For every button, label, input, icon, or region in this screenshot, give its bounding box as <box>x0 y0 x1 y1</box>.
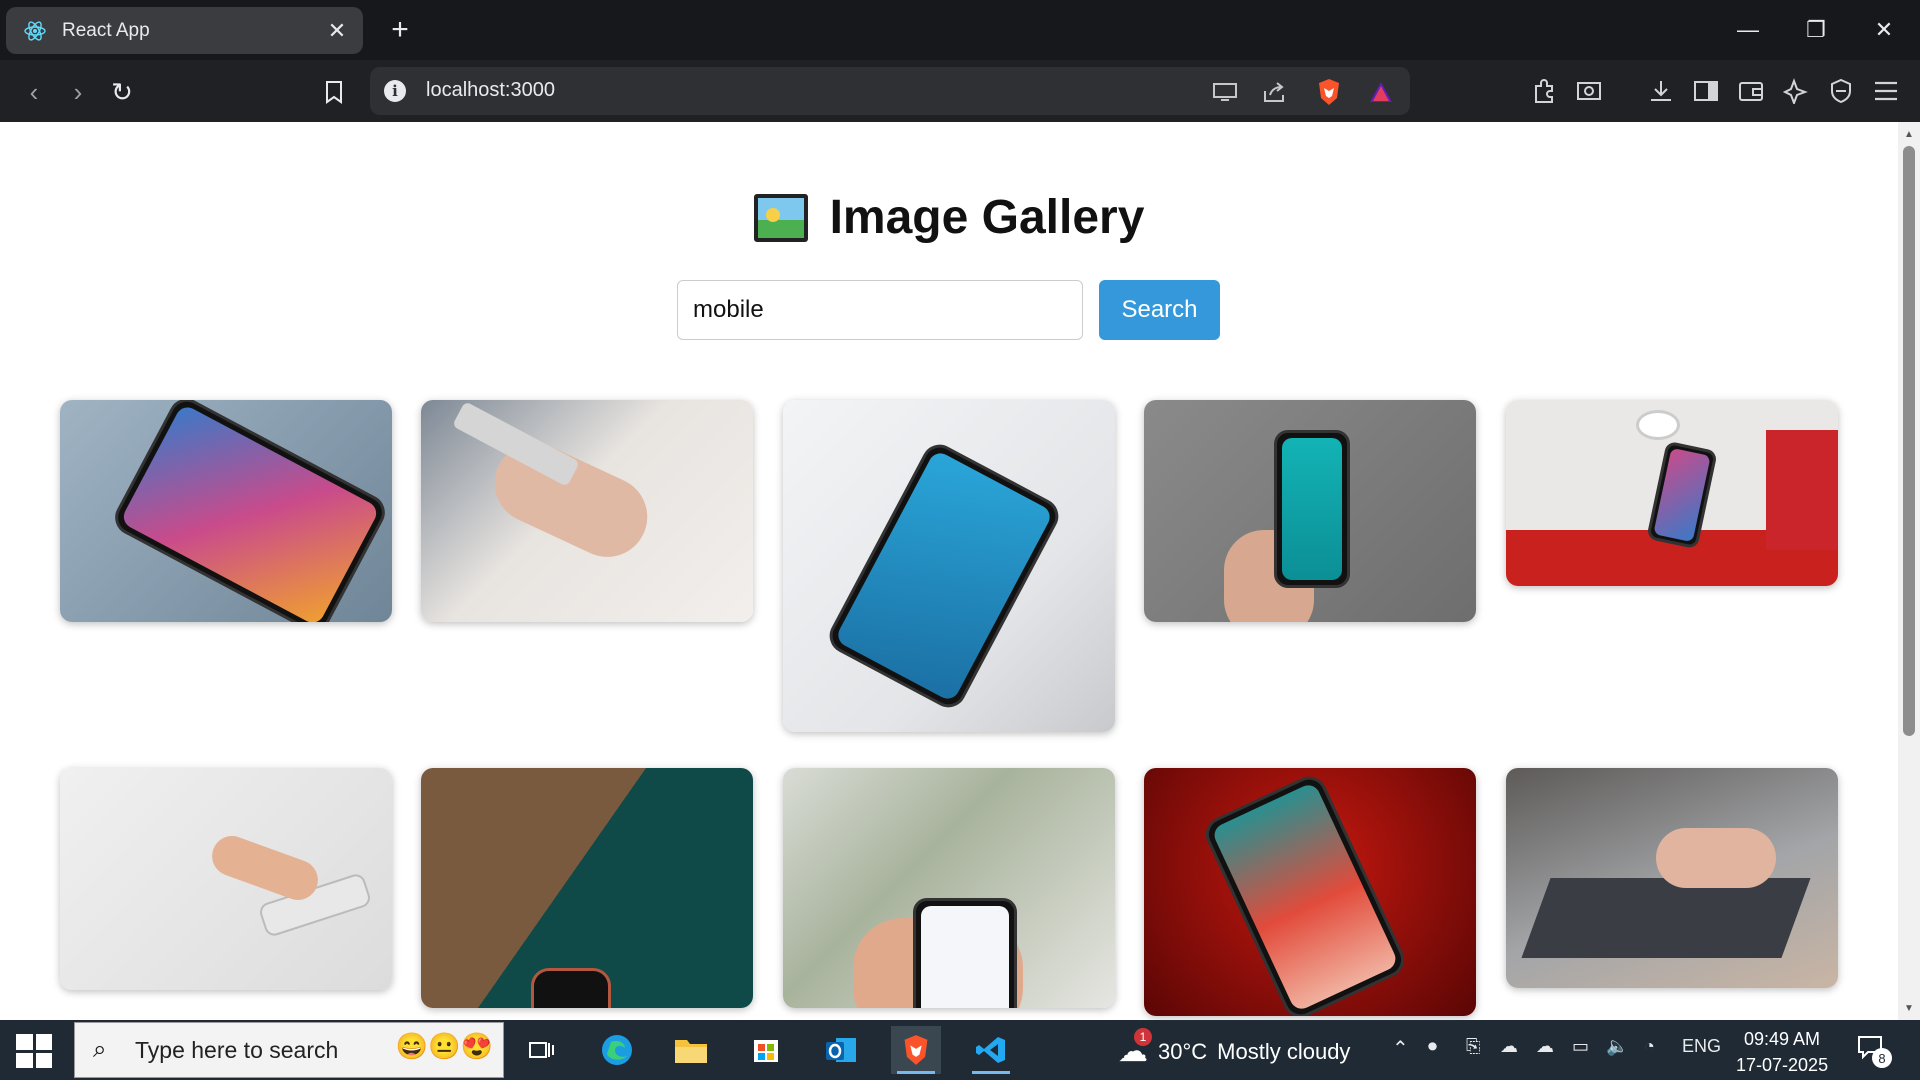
wifi-icon[interactable]: ◔ <box>1644 1036 1655 1057</box>
hands-photo <box>1656 828 1776 888</box>
outlook-icon[interactable] <box>816 1026 866 1074</box>
taskbar-search-placeholder: Type here to search <box>135 1036 339 1063</box>
share-icon[interactable] <box>1259 77 1289 107</box>
phone-photo <box>1646 440 1718 550</box>
laptop-photo <box>1521 878 1811 958</box>
gallery-image[interactable] <box>421 768 753 1008</box>
clock[interactable]: 09:49 AM 17-07-2025 <box>1736 1026 1828 1078</box>
file-explorer-icon[interactable] <box>666 1026 716 1074</box>
windows-start-icon[interactable] <box>16 1034 52 1068</box>
brave-browser-icon[interactable] <box>891 1026 941 1074</box>
taskbar-search[interactable]: ⌕ Type here to search 😄😐😍 <box>74 1022 504 1078</box>
vpn-icon[interactable] <box>1824 74 1858 108</box>
cast-icon[interactable] <box>1210 77 1240 107</box>
menu-icon[interactable] <box>1869 74 1903 108</box>
reload-icon[interactable]: ↻ <box>104 74 140 110</box>
gallery-image[interactable] <box>1506 768 1838 988</box>
tab-strip: React App ✕ + — ❐ ✕ <box>0 0 1920 60</box>
battery-icon[interactable]: ▭ <box>1572 1036 1589 1057</box>
language-indicator[interactable]: ENG <box>1682 1036 1721 1057</box>
weather-widget[interactable]: ☁ 1 30°C Mostly cloudy <box>1118 1028 1351 1069</box>
phone-photo <box>1200 770 1410 1016</box>
leo-ai-icon[interactable] <box>1779 74 1813 108</box>
framed-picture-icon <box>753 193 808 242</box>
gallery-image[interactable] <box>783 400 1115 732</box>
phone-photo <box>823 438 1065 714</box>
coffee-cup-photo <box>1636 410 1680 440</box>
restore-icon[interactable]: ❐ <box>1794 10 1838 50</box>
search-button[interactable]: Search <box>1099 280 1220 340</box>
scroll-down-icon[interactable]: ▼ <box>1903 1002 1915 1014</box>
scroll-up-icon[interactable]: ▲ <box>1903 128 1915 140</box>
site-info-icon[interactable]: i <box>384 80 406 102</box>
weather-temperature: 30°C <box>1158 1038 1208 1064</box>
gallery-image[interactable] <box>1506 400 1838 586</box>
onedrive-icon[interactable]: ☁ <box>1500 1036 1518 1057</box>
show-hidden-icons-icon[interactable]: ⌃ <box>1392 1036 1409 1061</box>
address-bar[interactable]: i localhost:3000 <box>370 67 1410 115</box>
page-title: Image Gallery <box>0 190 1898 245</box>
weather-condition: Mostly cloudy <box>1217 1038 1351 1064</box>
clock-date: 17-07-2025 <box>1736 1055 1829 1075</box>
browser-chrome: React App ✕ + — ❐ ✕ ‹ › ↻ i localhost:30… <box>0 0 1920 122</box>
url-text[interactable]: localhost:3000 <box>426 79 555 102</box>
downloads-icon[interactable] <box>1644 74 1678 108</box>
gallery-image[interactable] <box>1144 768 1476 1016</box>
page-title-text: Image Gallery <box>829 191 1145 244</box>
notification-center-icon[interactable]: 8 <box>1856 1034 1896 1068</box>
clock-time: 09:49 AM <box>1744 1029 1821 1049</box>
brave-rewards-icon[interactable] <box>1366 77 1396 107</box>
phone-photo <box>531 968 611 1008</box>
record-icon[interactable]: ⏺ <box>1428 1036 1437 1057</box>
page-scrollbar[interactable]: ▲ ▼ <box>1898 122 1920 1020</box>
hand-photo <box>206 830 324 906</box>
phone-photo <box>913 898 1017 1008</box>
wallet-icon[interactable] <box>1734 74 1768 108</box>
back-icon[interactable]: ‹ <box>16 74 52 110</box>
extensions-icon[interactable] <box>1528 74 1562 108</box>
vscode-icon[interactable] <box>966 1026 1016 1074</box>
volume-icon[interactable]: 🔈 <box>1606 1036 1628 1057</box>
new-tab-button[interactable]: + <box>384 13 416 46</box>
gallery-image[interactable] <box>783 768 1115 1008</box>
notification-count-badge: 8 <box>1872 1048 1892 1068</box>
bookmark-icon[interactable] <box>316 74 352 110</box>
meet-now-icon[interactable]: ⎘ <box>1466 1036 1480 1057</box>
task-view-icon[interactable] <box>516 1026 566 1074</box>
tab-react-app[interactable]: React App ✕ <box>6 7 363 54</box>
notebook-photo <box>1766 430 1838 550</box>
minimize-icon[interactable]: — <box>1726 10 1770 50</box>
taskbar: ⌕ Type here to search 😄😐😍 ☁ 1 30°C Mostly… <box>0 1020 1920 1080</box>
web-page: Image Gallery Search <box>0 122 1898 1020</box>
close-window-icon[interactable]: ✕ <box>1862 10 1906 50</box>
phone-photo <box>1274 430 1350 588</box>
forward-icon[interactable]: › <box>60 74 96 110</box>
gallery-image[interactable] <box>60 768 392 990</box>
onedrive-offline-icon[interactable]: ☁ <box>1536 1036 1554 1057</box>
close-tab-icon[interactable]: ✕ <box>323 17 351 45</box>
edge-icon[interactable] <box>592 1026 642 1074</box>
search-input[interactable] <box>677 280 1083 340</box>
weather-alert-badge: 1 <box>1134 1028 1152 1046</box>
gallery-image[interactable] <box>1144 400 1476 622</box>
emoji-decoration-icon: 😄😐😍 <box>395 1031 493 1061</box>
brave-shields-icon[interactable] <box>1314 77 1344 107</box>
microsoft-store-icon[interactable] <box>741 1026 791 1074</box>
screenshot-icon[interactable] <box>1572 74 1606 108</box>
search-icon: ⌕ <box>93 1036 107 1063</box>
gallery-image[interactable] <box>421 400 753 622</box>
scroll-thumb[interactable] <box>1903 146 1915 736</box>
tab-title: React App <box>62 19 150 41</box>
react-logo-icon <box>22 18 48 44</box>
phone-photo <box>108 400 392 622</box>
cloudy-weather-icon: ☁ 1 <box>1118 1028 1152 1069</box>
sidebar-icon[interactable] <box>1689 74 1723 108</box>
gallery-image[interactable] <box>60 400 392 622</box>
